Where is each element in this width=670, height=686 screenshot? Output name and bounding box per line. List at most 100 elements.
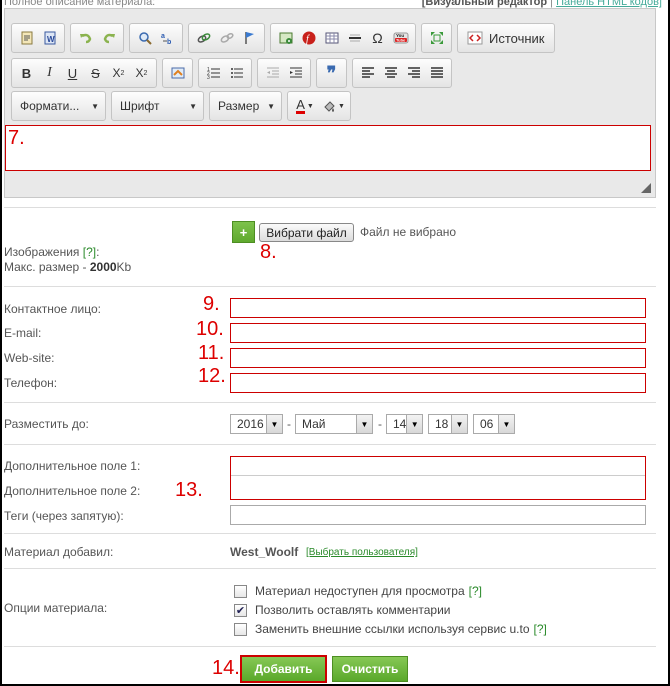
align-justify-icon[interactable] bbox=[425, 62, 448, 84]
option-help-link[interactable]: [?] bbox=[534, 622, 547, 636]
checkbox-unchecked[interactable] bbox=[234, 584, 247, 598]
divider bbox=[4, 286, 656, 287]
website-input[interactable] bbox=[230, 348, 646, 368]
special-char-icon[interactable]: Ω bbox=[366, 27, 389, 49]
remove-format-icon[interactable] bbox=[166, 62, 189, 84]
flash-icon[interactable]: f bbox=[297, 27, 320, 49]
svg-text:b: b bbox=[167, 39, 171, 46]
undo-icon[interactable] bbox=[74, 27, 97, 49]
contact-person-input[interactable] bbox=[230, 298, 646, 318]
background-color-icon[interactable]: ▼ bbox=[319, 95, 347, 117]
option-label: Позволить оставлять комментарии bbox=[255, 603, 451, 617]
tags-input[interactable] bbox=[230, 505, 646, 525]
checkbox-checked[interactable]: ✔ bbox=[234, 603, 247, 617]
bulleted-list-icon[interactable] bbox=[225, 62, 248, 84]
underline-icon[interactable]: U bbox=[61, 62, 84, 84]
description-label: Полное описание материала: bbox=[4, 0, 156, 8]
option-unavailable[interactable]: Материал недоступен для просмотра [?] bbox=[234, 584, 482, 598]
link-icon[interactable] bbox=[192, 27, 215, 49]
paste-word-icon[interactable]: W bbox=[38, 27, 61, 49]
day-select[interactable]: 14 ▼ bbox=[386, 414, 423, 434]
year-select[interactable]: 2016 ▼ bbox=[230, 414, 283, 434]
author-name: West_Woolf bbox=[230, 545, 299, 559]
resize-handle-icon[interactable] bbox=[641, 183, 651, 193]
youtube-icon[interactable]: You Tube bbox=[389, 27, 412, 49]
blockquote-icon[interactable]: ❞ bbox=[320, 62, 343, 84]
font-dropdown-label: Шрифт bbox=[120, 99, 160, 113]
email-input[interactable] bbox=[230, 323, 646, 343]
extra-field-1-input[interactable] bbox=[231, 457, 645, 476]
clear-button[interactable]: Очистить bbox=[332, 656, 408, 682]
text-color-icon[interactable]: A ▼ bbox=[291, 95, 319, 117]
replace-icon[interactable]: ab bbox=[156, 27, 179, 49]
add-image-button[interactable]: + bbox=[232, 221, 255, 243]
maximize-icon[interactable] bbox=[425, 27, 448, 49]
tags-field[interactable] bbox=[231, 506, 645, 524]
superscript-icon[interactable]: X2 bbox=[130, 62, 153, 84]
rich-text-editor: W ab f Ω You Tube Источник B I U S X 2 X… bbox=[4, 8, 656, 198]
indent-icon[interactable] bbox=[284, 62, 307, 84]
divider bbox=[4, 568, 656, 569]
html-panel-link[interactable]: Панель HTML кодов] bbox=[556, 0, 662, 8]
align-right-icon[interactable] bbox=[402, 62, 425, 84]
editor-content-area[interactable] bbox=[5, 125, 651, 171]
extra-field-2-input[interactable] bbox=[231, 476, 645, 495]
outdent-icon[interactable] bbox=[261, 62, 284, 84]
align-left-icon[interactable] bbox=[356, 62, 379, 84]
day-value: 14 bbox=[393, 417, 407, 431]
option-label: Материал недоступен для просмотра bbox=[255, 584, 465, 598]
phone-field[interactable] bbox=[231, 374, 645, 392]
phone-label: Телефон: bbox=[4, 376, 58, 390]
chevron-down-icon: ▼ bbox=[189, 101, 197, 111]
source-code-icon bbox=[467, 31, 483, 45]
date-separator: - bbox=[378, 417, 382, 431]
divider bbox=[4, 207, 656, 208]
publish-until-label: Разместить до: bbox=[4, 417, 89, 431]
strikethrough-icon[interactable]: S bbox=[84, 62, 107, 84]
website-field[interactable] bbox=[231, 349, 645, 367]
bold-icon[interactable]: B bbox=[15, 62, 38, 84]
size-dropdown[interactable]: Размер ▼ bbox=[209, 91, 282, 121]
images-label: Изображения [?]: bbox=[4, 245, 99, 259]
annotation-8: 8. bbox=[260, 241, 277, 263]
visual-editor-link[interactable]: [Визуальный редактор bbox=[422, 0, 547, 8]
anchor-flag-icon[interactable] bbox=[238, 27, 261, 49]
images-help-link[interactable]: [?] bbox=[83, 245, 96, 259]
option-help-link[interactable]: [?] bbox=[469, 584, 482, 598]
italic-icon[interactable]: I bbox=[38, 62, 61, 84]
find-icon[interactable] bbox=[133, 27, 156, 49]
svg-text:W: W bbox=[47, 35, 55, 44]
horizontal-rule-icon[interactable] bbox=[343, 27, 366, 49]
choose-file-button[interactable]: Вибрати файл bbox=[259, 223, 354, 242]
unlink-icon[interactable] bbox=[215, 27, 238, 49]
checkbox-unchecked[interactable] bbox=[234, 622, 247, 636]
numbered-list-icon[interactable]: 123 bbox=[202, 62, 225, 84]
subscript-icon[interactable]: X2 bbox=[107, 62, 130, 84]
source-button[interactable]: Источник bbox=[461, 27, 551, 49]
month-value: Май bbox=[302, 417, 326, 431]
contact-person-field[interactable] bbox=[231, 299, 645, 317]
image-icon[interactable] bbox=[274, 27, 297, 49]
paste-text-icon[interactable] bbox=[15, 27, 38, 49]
contact-person-label: Контактное лицо: bbox=[4, 302, 101, 316]
format-dropdown-label: Формати... bbox=[20, 99, 80, 113]
minute-select[interactable]: 06 ▼ bbox=[473, 414, 515, 434]
redo-icon[interactable] bbox=[97, 27, 120, 49]
option-replace-links[interactable]: Заменить внешние ссылки используя сервис… bbox=[234, 622, 547, 636]
email-field[interactable] bbox=[231, 324, 645, 342]
hour-select[interactable]: 18 ▼ bbox=[428, 414, 468, 434]
annotation-12: 12. bbox=[198, 365, 226, 387]
month-select[interactable]: Май ▼ bbox=[295, 414, 373, 434]
chevron-down-icon: ▼ bbox=[267, 101, 275, 111]
choose-user-link[interactable]: [Выбрать пользователя] bbox=[306, 547, 418, 558]
option-allow-comments[interactable]: ✔ Позволить оставлять комментарии bbox=[234, 603, 450, 617]
chevron-down-icon: ▼ bbox=[91, 101, 99, 111]
add-button[interactable]: Добавить bbox=[240, 655, 327, 683]
table-icon[interactable] bbox=[320, 27, 343, 49]
phone-input[interactable] bbox=[230, 373, 646, 393]
max-size-value: 2000 bbox=[89, 260, 117, 274]
align-center-icon[interactable] bbox=[379, 62, 402, 84]
font-dropdown[interactable]: Шрифт ▼ bbox=[111, 91, 204, 121]
format-dropdown[interactable]: Формати... ▼ bbox=[11, 91, 106, 121]
author-label: Материал добавил: bbox=[4, 545, 114, 559]
